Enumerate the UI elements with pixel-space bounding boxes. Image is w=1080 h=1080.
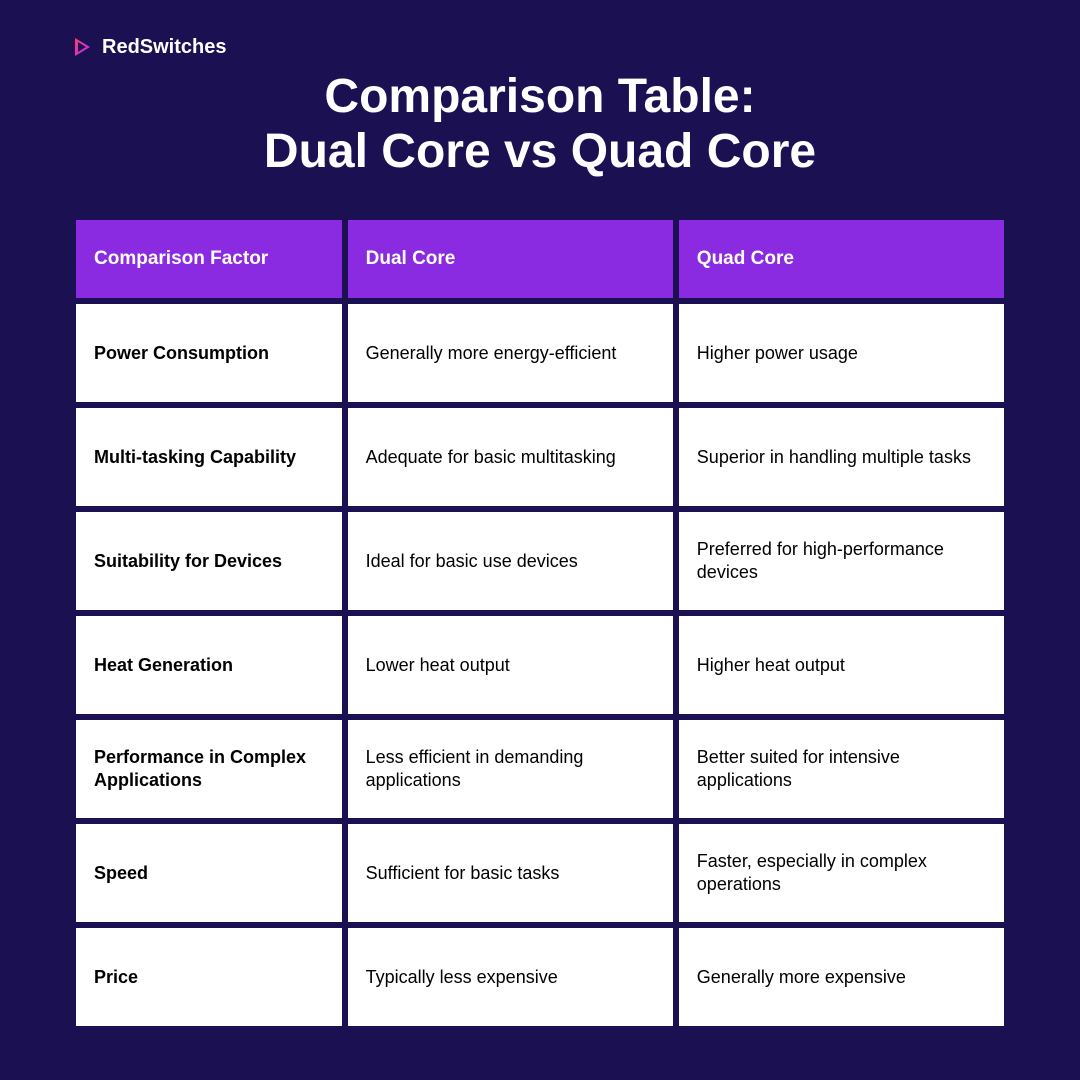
title-line-1: Comparison Table: [324, 70, 755, 123]
title-line-2: Dual Core vs Quad Core [264, 125, 816, 178]
cell-quad: Higher heat output [679, 616, 1004, 714]
cell-factor: Price [76, 928, 342, 1026]
cell-dual: Sufficient for basic tasks [348, 824, 673, 922]
play-icon [70, 35, 94, 59]
cell-quad: Faster, especially in complex operations [679, 824, 1004, 922]
cell-factor: Performance in Complex Applications [76, 720, 342, 818]
cell-factor: Speed [76, 824, 342, 922]
cell-factor: Suitability for Devices [76, 512, 342, 610]
brand-name: RedSwitches [102, 36, 226, 59]
header-factor: Comparison Factor [76, 220, 342, 298]
cell-dual: Typically less expensive [348, 928, 673, 1026]
table-row: Heat Generation Lower heat output Higher… [76, 616, 1004, 714]
table-row: Speed Sufficient for basic tasks Faster,… [76, 824, 1004, 922]
comparison-table: Comparison Factor Dual Core Quad Core Po… [70, 214, 1010, 1032]
cell-dual: Adequate for basic multitasking [348, 408, 673, 506]
cell-dual: Less efficient in demanding applications [348, 720, 673, 818]
cell-quad: Generally more expensive [679, 928, 1004, 1026]
cell-quad: Better suited for intensive applications [679, 720, 1004, 818]
cell-quad: Preferred for high-performance devices [679, 512, 1004, 610]
page-title: Comparison Table: Dual Core vs Quad Core [70, 69, 1010, 179]
table-row: Power Consumption Generally more energy-… [76, 304, 1004, 402]
cell-factor: Multi-tasking Capability [76, 408, 342, 506]
table-row: Suitability for Devices Ideal for basic … [76, 512, 1004, 610]
header-dual: Dual Core [348, 220, 673, 298]
header-quad: Quad Core [679, 220, 1004, 298]
cell-quad: Higher power usage [679, 304, 1004, 402]
table-row: Performance in Complex Applications Less… [76, 720, 1004, 818]
cell-dual: Ideal for basic use devices [348, 512, 673, 610]
table-row: Multi-tasking Capability Adequate for ba… [76, 408, 1004, 506]
cell-dual: Lower heat output [348, 616, 673, 714]
cell-quad: Superior in handling multiple tasks [679, 408, 1004, 506]
cell-factor: Heat Generation [76, 616, 342, 714]
table-header-row: Comparison Factor Dual Core Quad Core [76, 220, 1004, 298]
cell-dual: Generally more energy-efficient [348, 304, 673, 402]
table-row: Price Typically less expensive Generally… [76, 928, 1004, 1026]
brand-logo: RedSwitches [70, 35, 1010, 59]
cell-factor: Power Consumption [76, 304, 342, 402]
